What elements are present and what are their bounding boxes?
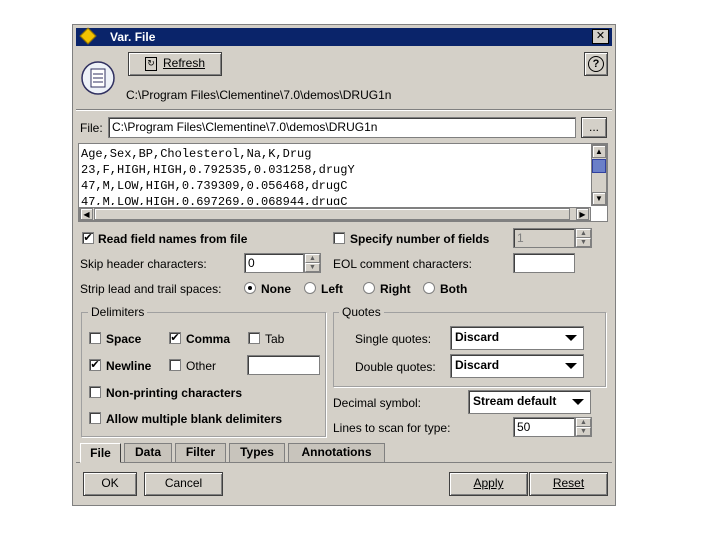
browse-button[interactable]: ...	[581, 117, 607, 138]
specify-number-checkbox[interactable]	[333, 232, 345, 244]
single-quotes-value: Discard	[455, 330, 500, 344]
refresh-icon: ↻	[144, 56, 157, 71]
lines-to-scan-input[interactable]: 50	[513, 417, 575, 437]
quotes-title: Quotes	[339, 305, 384, 319]
space-label: Space	[106, 332, 142, 346]
non-printing-checkbox[interactable]	[89, 386, 101, 398]
double-quotes-label: Double quotes:	[355, 360, 436, 374]
close-button[interactable]: ✕	[592, 29, 609, 44]
tab-strip-line	[76, 462, 612, 463]
decimal-symbol-value: Stream default	[473, 394, 557, 408]
multiple-blank-label: Allow multiple blank delimiters	[106, 412, 283, 426]
file-label: File:	[80, 121, 103, 135]
decimal-symbol-label: Decimal symbol:	[333, 396, 422, 410]
cancel-button[interactable]: Cancel	[144, 472, 223, 496]
tab-file[interactable]: File	[80, 443, 121, 463]
strip-none-radio[interactable]	[244, 282, 256, 294]
non-printing-label: Non-printing characters	[106, 386, 243, 400]
path-display: C:\Program Files\Clementine\7.0\demos\DR…	[126, 88, 392, 102]
eol-comment-label: EOL comment characters:	[333, 257, 472, 271]
scroll-up-arrow-icon[interactable]: ▲	[592, 145, 606, 158]
refresh-label: Refresh	[162, 56, 206, 70]
lines-to-scan-label: Lines to scan for type:	[333, 421, 451, 435]
spin-down-icon[interactable]: ▼	[576, 427, 591, 436]
skip-header-label: Skip header characters:	[80, 257, 207, 271]
other-checkbox[interactable]	[169, 359, 181, 371]
window-title: Var. File	[110, 30, 156, 44]
reset-button[interactable]: Reset	[529, 472, 608, 496]
tab-data[interactable]: Data	[124, 443, 172, 462]
comma-checkbox[interactable]: ✔	[169, 332, 181, 344]
scroll-down-arrow-icon[interactable]: ▼	[592, 192, 606, 205]
strip-left-label: Left	[321, 282, 343, 296]
newline-label: Newline	[106, 359, 152, 373]
strip-both-radio[interactable]	[423, 282, 435, 294]
specify-number-label: Specify number of fields	[350, 232, 490, 246]
scroll-left-arrow-icon[interactable]: ◀	[80, 208, 93, 220]
decimal-symbol-select[interactable]: Stream default	[468, 390, 591, 414]
single-quotes-select[interactable]: Discard	[450, 326, 584, 350]
strip-both-label: Both	[440, 282, 468, 296]
number-of-fields-spinner[interactable]: ▲ ▼	[575, 228, 592, 248]
preview-line: 47,M,LOW,HIGH,0.739309,0.056468,drugC	[81, 179, 348, 193]
ok-button[interactable]: OK	[83, 472, 137, 496]
file-path-input[interactable]: C:\Program Files\Clementine\7.0\demos\DR…	[108, 117, 576, 138]
vscroll-thumb[interactable]	[592, 159, 606, 173]
refresh-button[interactable]: ↻ Refresh	[128, 52, 222, 76]
title-bar[interactable]	[76, 28, 612, 46]
skip-header-input[interactable]: 0	[244, 253, 304, 273]
read-field-names-checkbox[interactable]: ✔	[82, 232, 94, 244]
preview-line: 23,F,HIGH,HIGH,0.792535,0.031258,drugY	[81, 163, 355, 177]
other-label: Other	[186, 359, 217, 373]
strip-right-radio[interactable]	[363, 282, 375, 294]
preview-line: 47,M,LOW,HIGH,0.697269,0.068944,drugC	[81, 195, 348, 205]
help-icon: ?	[588, 56, 604, 72]
tab-checkbox[interactable]	[248, 332, 260, 344]
number-of-fields-input[interactable]: 1	[513, 228, 575, 248]
eol-comment-input[interactable]	[513, 253, 575, 273]
spin-up-icon[interactable]: ▲	[305, 254, 320, 263]
strip-left-radio[interactable]	[304, 282, 316, 294]
other-delimiter-input[interactable]	[247, 355, 320, 375]
dropdown-arrow-icon	[572, 399, 584, 405]
read-field-names-label: Read field names from file	[98, 232, 248, 246]
dropdown-arrow-icon	[565, 363, 577, 369]
spin-down-icon[interactable]: ▼	[576, 238, 591, 247]
tab-types[interactable]: Types	[229, 443, 285, 462]
preview-line: Age,Sex,BP,Cholesterol,Na,K,Drug	[81, 147, 312, 161]
skip-header-spinner[interactable]: ▲ ▼	[304, 253, 321, 273]
strip-none-label: None	[261, 282, 291, 296]
newline-checkbox[interactable]: ✔	[89, 359, 101, 371]
tab-filter[interactable]: Filter	[175, 443, 226, 462]
lines-to-scan-spinner[interactable]: ▲ ▼	[575, 417, 592, 437]
spin-up-icon[interactable]: ▲	[576, 229, 591, 238]
spin-down-icon[interactable]: ▼	[305, 263, 320, 272]
strip-spaces-label: Strip lead and trail spaces:	[80, 282, 222, 296]
tab-label: Tab	[265, 332, 285, 346]
spin-up-icon[interactable]: ▲	[576, 418, 591, 427]
apply-button[interactable]: Apply	[449, 472, 528, 496]
comma-label: Comma	[186, 332, 231, 346]
single-quotes-label: Single quotes:	[355, 332, 432, 346]
help-button[interactable]: ?	[584, 52, 608, 76]
multiple-blank-checkbox[interactable]	[89, 412, 101, 424]
hscroll-thumb[interactable]	[94, 208, 570, 220]
double-quotes-select[interactable]: Discard	[450, 354, 584, 378]
toolbar-divider	[76, 109, 612, 111]
strip-right-label: Right	[380, 282, 411, 296]
file-node-icon	[80, 60, 116, 96]
tab-annotations[interactable]: Annotations	[288, 443, 385, 462]
double-quotes-value: Discard	[455, 358, 500, 372]
dropdown-arrow-icon	[565, 335, 577, 341]
delimiters-title: Delimiters	[88, 305, 148, 319]
scroll-right-arrow-icon[interactable]: ▶	[576, 208, 589, 220]
space-checkbox[interactable]	[89, 332, 101, 344]
